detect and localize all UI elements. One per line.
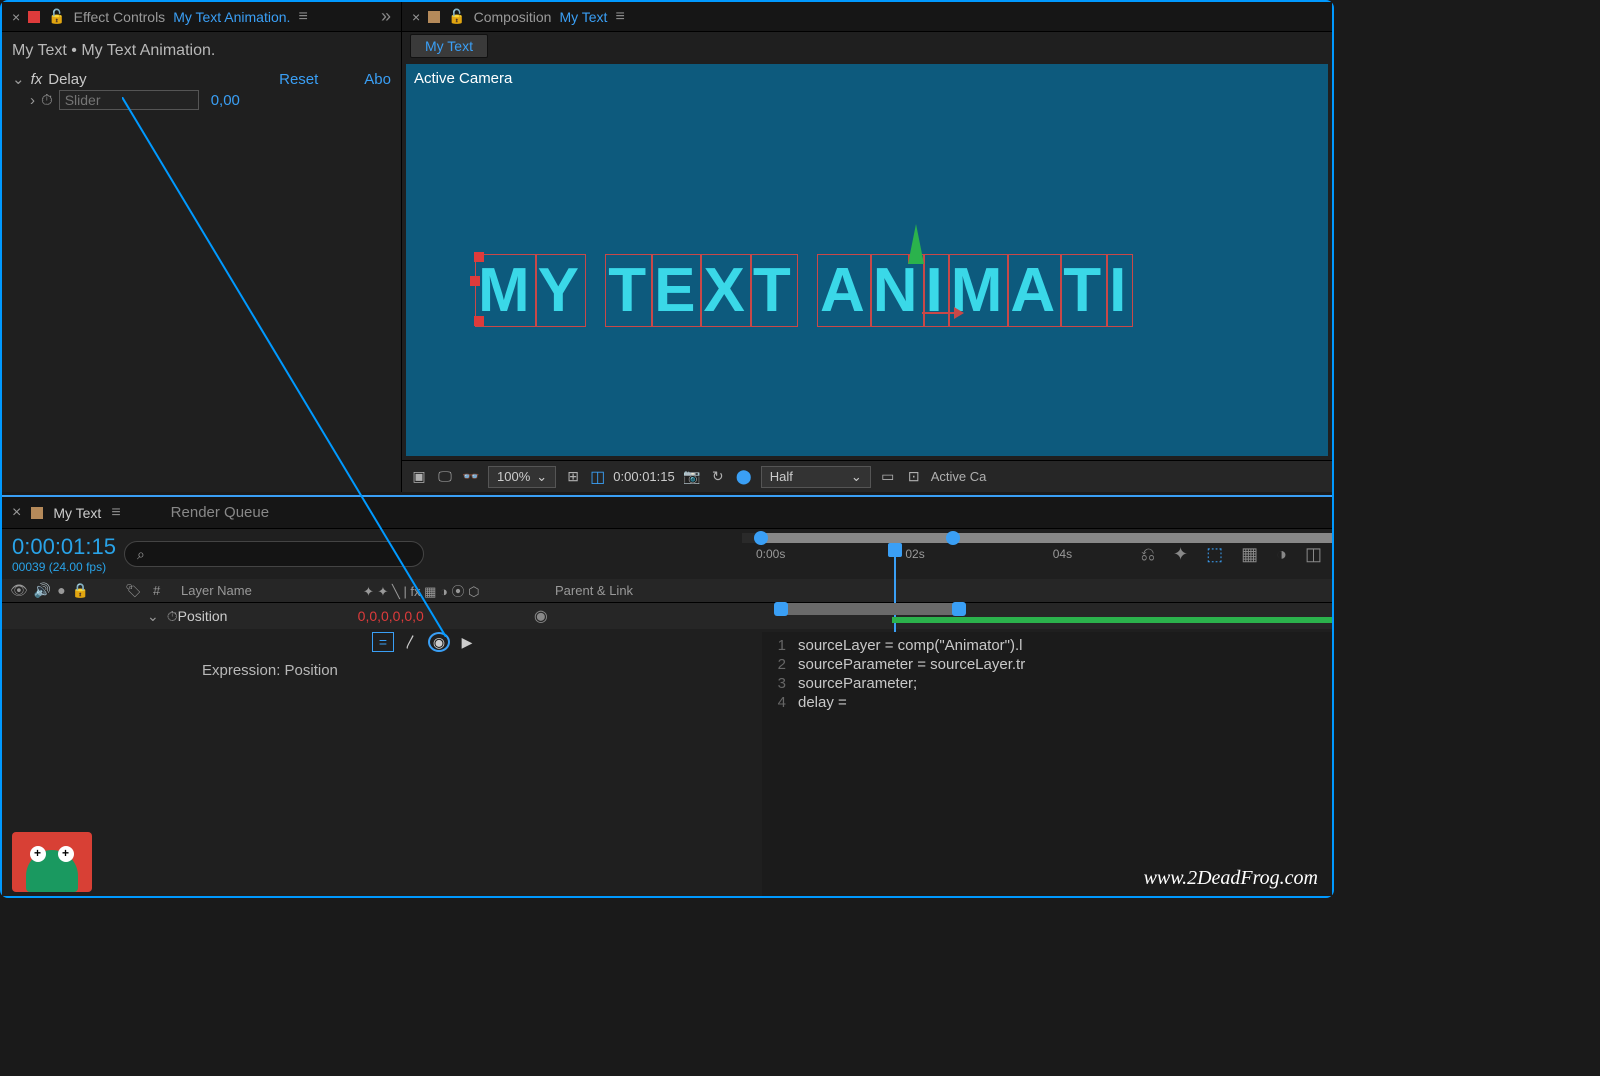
rgb-icon[interactable]: ⬤: [735, 468, 753, 486]
property-value[interactable]: 0,0,0,0,0,0: [358, 608, 424, 624]
composition-panel: × 🔓 Composition My Text ≡ My Text Active…: [402, 2, 1332, 492]
monitor-icon[interactable]: 🖵: [436, 468, 454, 486]
property-name: Position: [178, 608, 358, 624]
y-axis-icon[interactable]: [908, 224, 924, 264]
about-link[interactable]: Abo: [364, 71, 391, 88]
timeline-panel: × My Text ≡ Render Queue 0:00:01:15 0003…: [2, 495, 1332, 896]
comp-panel-header: × 🔓 Composition My Text ≡: [402, 2, 1332, 32]
timeline-tab[interactable]: My Text: [53, 505, 101, 521]
work-area-bar[interactable]: [780, 603, 960, 615]
selection-handle[interactable]: [474, 252, 484, 262]
code-line: delay =: [798, 694, 847, 711]
close-icon[interactable]: ×: [12, 504, 21, 522]
reset-link[interactable]: Reset: [279, 71, 318, 88]
expression-editor[interactable]: 1sourceLayer = comp("Animator").l 2sourc…: [762, 632, 1332, 896]
comp-tab[interactable]: My Text: [410, 34, 488, 58]
zoom-dropdown[interactable]: 100%⌄: [488, 466, 556, 488]
effect-name: Delay: [48, 71, 86, 88]
playhead[interactable]: [888, 543, 902, 557]
speaker-icon[interactable]: 🔊: [34, 582, 51, 599]
text-layer[interactable]: MY TEXT ANIMATI: [476, 254, 1328, 327]
col-layer-name[interactable]: Layer Name: [173, 583, 355, 598]
fx-icon: fx: [31, 71, 43, 88]
logo: [12, 832, 92, 892]
pickwhip-icon[interactable]: ◉: [534, 606, 548, 626]
label-chip[interactable]: [31, 507, 43, 519]
frame-info[interactable]: 00039 (24.00 fps): [12, 560, 116, 574]
ruler-tick: 02s: [905, 547, 924, 561]
view-label[interactable]: Active Ca: [931, 469, 987, 484]
slider-input[interactable]: [59, 90, 199, 110]
search-input[interactable]: [124, 541, 424, 567]
layer-bar[interactable]: [892, 617, 1332, 623]
stopwatch-icon[interactable]: ⏱: [41, 92, 53, 109]
resolution-dropdown[interactable]: Half⌄: [761, 466, 871, 488]
timeline-header: × My Text ≡ Render Queue: [2, 497, 1332, 529]
render-queue-tab[interactable]: Render Queue: [171, 504, 269, 521]
panel-menu-icon[interactable]: ≡: [615, 8, 624, 26]
frame-icon[interactable]: ▭: [879, 468, 897, 486]
caret-icon[interactable]: ⌄: [147, 608, 159, 625]
column-header: 👁 🔊 ● 🔒 🏷 # Layer Name ✦ ✦ ╲ | fx ▦ ◑ ⦿ ⬡ P…: [2, 579, 1332, 603]
panel-title: Effect Controls: [74, 9, 166, 25]
lock-icon[interactable]: 🔓: [48, 8, 65, 25]
expression-enable-icon[interactable]: =: [372, 632, 394, 652]
comp-link[interactable]: My Text Animation.: [173, 9, 290, 25]
comp-tabs: My Text: [402, 32, 1332, 60]
panel-menu-icon[interactable]: ≡: [111, 504, 120, 522]
solo-icon[interactable]: ●: [57, 582, 65, 599]
eye-icon[interactable]: 👁: [10, 582, 28, 599]
camera-label: Active Camera: [414, 70, 512, 87]
stopwatch-icon[interactable]: ⏱: [167, 608, 178, 625]
viewport[interactable]: Active Camera MY TEXT ANIMATI: [406, 64, 1328, 456]
selection-handle[interactable]: [470, 276, 480, 286]
slider-row: › ⏱ 0,00: [12, 90, 391, 110]
comp-link[interactable]: My Text: [559, 9, 607, 25]
watermark: www.2DeadFrog.com: [1144, 867, 1318, 890]
timecode[interactable]: 0:00:01:15: [613, 469, 674, 484]
play-icon[interactable]: ▶: [456, 632, 478, 652]
code-line: sourceParameter;: [798, 675, 917, 692]
label-chip[interactable]: [28, 11, 40, 23]
close-icon[interactable]: ×: [12, 9, 20, 25]
refresh-icon[interactable]: ↻: [709, 468, 727, 486]
timecode-display[interactable]: 0:00:01:15: [12, 534, 116, 560]
ruler-tick: 0:00s: [756, 547, 785, 561]
mask-icon[interactable]: ◫: [590, 467, 605, 487]
ruler-tick: 04s: [1053, 547, 1072, 561]
pickwhip-target-icon[interactable]: ◉: [428, 632, 450, 652]
label-chip[interactable]: [428, 11, 440, 23]
magnify-icon[interactable]: ▣: [410, 468, 428, 486]
time-ruler[interactable]: 0:00s 02s 04s: [742, 529, 1332, 579]
caret-icon[interactable]: ⌄: [12, 70, 25, 88]
mode-switches[interactable]: ✦ ✦ ╲ | fx ▦ ◑ ⦿ ⬡: [355, 581, 547, 600]
code-line: sourceParameter = sourceLayer.tr: [798, 656, 1025, 673]
tag-icon[interactable]: 🏷: [125, 583, 142, 598]
code-line: sourceLayer = comp("Animator").l: [798, 637, 1022, 654]
lock-icon[interactable]: 🔓: [448, 8, 465, 25]
panel-menu-icon[interactable]: ≡: [298, 8, 307, 26]
grid-icon[interactable]: ⊡: [905, 468, 923, 486]
viewport-toolbar: ▣ 🖵 👓 100%⌄ ⊞ ◫ 0:00:01:15 📷 ↻ ⬤ Half⌄ ▭…: [402, 460, 1332, 492]
x-axis-icon[interactable]: [922, 312, 962, 314]
col-parent[interactable]: Parent & Link: [547, 583, 707, 598]
effect-controls-panel: × 🔓 Effect Controls My Text Animation. ≡…: [2, 2, 402, 492]
effect-header-row[interactable]: ⌄ fx Delay Reset Abo: [12, 68, 391, 90]
camera-icon[interactable]: 📷: [683, 468, 701, 486]
breadcrumb: My Text • My Text Animation.: [12, 38, 391, 68]
effect-panel-header: × 🔓 Effect Controls My Text Animation. ≡…: [2, 2, 401, 32]
selection-handle[interactable]: [474, 316, 484, 326]
expand-icon[interactable]: »: [381, 6, 391, 27]
vr-icon[interactable]: 👓: [462, 468, 480, 486]
crop-icon[interactable]: ⊞: [564, 468, 582, 486]
close-icon[interactable]: ×: [412, 9, 420, 25]
lock-icon[interactable]: 🔒: [72, 582, 89, 599]
slider-value[interactable]: 0,00: [211, 92, 240, 109]
graph-icon[interactable]: 〳: [400, 632, 422, 652]
panel-title: Composition: [474, 9, 552, 25]
caret-icon[interactable]: ›: [30, 92, 35, 109]
col-number[interactable]: #: [145, 583, 173, 598]
